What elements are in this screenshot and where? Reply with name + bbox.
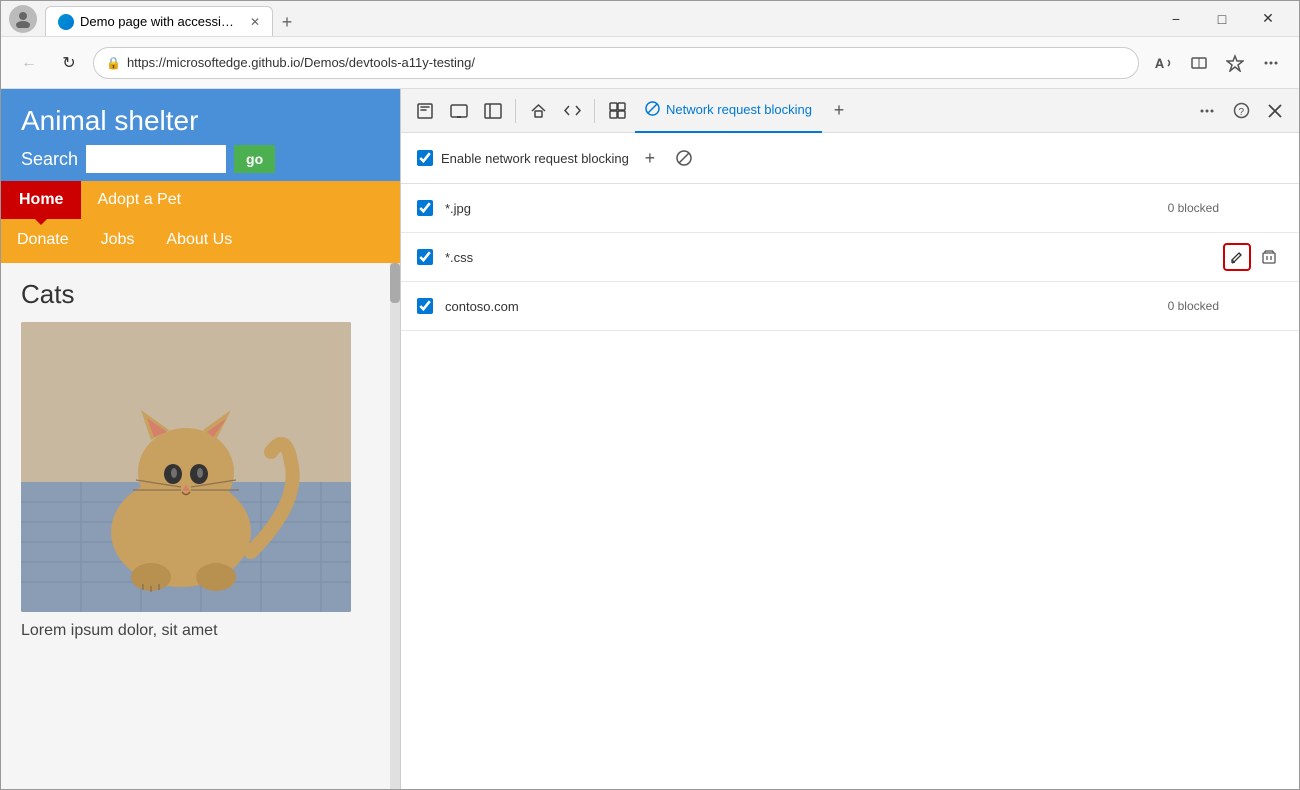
tab-close-button[interactable]: ✕ bbox=[250, 15, 260, 29]
address-bar: ← ↻ 🔒 https://microsoftedge.github.io/De… bbox=[1, 37, 1299, 89]
window-controls: − □ ✕ bbox=[1153, 3, 1291, 35]
list-item: *.css bbox=[401, 233, 1299, 282]
search-input[interactable] bbox=[86, 145, 226, 173]
tab-label: Network request blocking bbox=[666, 102, 812, 117]
toolbar-separator-1 bbox=[515, 99, 516, 123]
nrb-header: Enable network request blocking + bbox=[401, 133, 1299, 184]
svg-text:?: ? bbox=[1238, 107, 1244, 118]
clear-patterns-button[interactable] bbox=[671, 145, 697, 171]
new-tab-button[interactable]: + bbox=[273, 8, 301, 36]
favorites-button[interactable] bbox=[1219, 47, 1251, 79]
add-panel-tab-button[interactable]: + bbox=[824, 96, 854, 126]
help-button[interactable]: ? bbox=[1225, 95, 1257, 127]
devtools-panel: Network request blocking + ? bbox=[401, 89, 1299, 789]
edge-logo bbox=[58, 14, 74, 30]
lock-icon: 🔒 bbox=[106, 56, 121, 70]
cats-heading: Cats bbox=[21, 279, 370, 310]
rule-contoso-checkbox[interactable] bbox=[417, 298, 433, 314]
rule-jpg-edit-placeholder bbox=[1227, 194, 1255, 222]
addressbar-actions: 𝐀 bbox=[1147, 47, 1287, 79]
rule-css-actions bbox=[1223, 243, 1283, 271]
tab-circle-slash-icon bbox=[645, 101, 660, 119]
tab-title: Demo page with accessibility iss bbox=[80, 14, 240, 29]
browser-tab-active[interactable]: Demo page with accessibility iss ✕ bbox=[45, 6, 273, 36]
browser-window: Demo page with accessibility iss ✕ + − □… bbox=[0, 0, 1300, 790]
minimize-button[interactable]: − bbox=[1153, 3, 1199, 35]
device-emulation-button[interactable] bbox=[443, 95, 475, 127]
network-request-blocking-panel: Enable network request blocking + *.jpg … bbox=[401, 133, 1299, 331]
rule-jpg-blocked-count: 0 blocked bbox=[1168, 201, 1219, 215]
search-label: Search bbox=[21, 149, 78, 170]
rule-contoso-text: contoso.com bbox=[445, 299, 1168, 314]
tab-strip: Demo page with accessibility iss ✕ + bbox=[45, 1, 1145, 36]
network-request-blocking-tab[interactable]: Network request blocking bbox=[635, 89, 822, 133]
nav-home-button[interactable]: Home bbox=[1, 181, 81, 219]
close-button[interactable]: ✕ bbox=[1245, 3, 1291, 35]
toolbar-separator-2 bbox=[594, 99, 595, 123]
nav-adopt-link[interactable]: Adopt a Pet bbox=[81, 181, 197, 219]
profile-icon[interactable] bbox=[9, 5, 37, 33]
enable-nrb-checkbox[interactable] bbox=[417, 150, 433, 166]
url-text: https://microsoftedge.github.io/Demos/de… bbox=[127, 55, 1126, 70]
maximize-button[interactable]: □ bbox=[1199, 3, 1245, 35]
rule-css-checkbox[interactable] bbox=[417, 249, 433, 265]
webpage-header: Animal shelter Search go bbox=[1, 89, 400, 181]
rule-css-text: *.css bbox=[445, 250, 1223, 265]
rule-contoso-blocked-count: 0 blocked bbox=[1168, 299, 1219, 313]
list-item: *.jpg 0 blocked bbox=[401, 184, 1299, 233]
rule-contoso-delete-placeholder bbox=[1255, 292, 1283, 320]
nav-about-link[interactable]: About Us bbox=[150, 221, 248, 259]
more-tabs-button[interactable] bbox=[1191, 95, 1223, 127]
toggle-sidebar-button[interactable] bbox=[477, 95, 509, 127]
add-pattern-button[interactable]: + bbox=[637, 145, 663, 171]
url-bar[interactable]: 🔒 https://microsoftedge.github.io/Demos/… bbox=[93, 47, 1139, 79]
devtools-home-button[interactable] bbox=[522, 95, 554, 127]
scrollbar-thumb[interactable] bbox=[390, 263, 400, 303]
back-button[interactable]: ← bbox=[13, 47, 45, 79]
enable-nrb-label: Enable network request blocking bbox=[441, 151, 629, 166]
lorem-text: Lorem ipsum dolor, sit amet bbox=[21, 622, 370, 640]
cat-image bbox=[21, 322, 351, 612]
scrollable-content: Cats bbox=[1, 263, 400, 789]
search-row: Search go bbox=[21, 145, 380, 173]
rule-jpg-text: *.jpg bbox=[445, 201, 1168, 216]
titlebar: Demo page with accessibility iss ✕ + − □… bbox=[1, 1, 1299, 37]
main-content: Animal shelter Search go Home Adopt a Pe… bbox=[1, 89, 1299, 789]
close-devtools-button[interactable] bbox=[1259, 95, 1291, 127]
webpage-scrollbar[interactable] bbox=[390, 263, 400, 789]
devtools-content: Enable network request blocking + *.jpg … bbox=[401, 133, 1299, 789]
nav-donate-link[interactable]: Donate bbox=[1, 221, 85, 259]
refresh-button[interactable]: ↻ bbox=[53, 47, 85, 79]
rule-jpg-delete-placeholder bbox=[1255, 194, 1283, 222]
inspect-element-button[interactable] bbox=[409, 95, 441, 127]
webpage-panel: Animal shelter Search go Home Adopt a Pe… bbox=[1, 89, 401, 789]
svg-text:𝐀: 𝐀 bbox=[1155, 56, 1164, 71]
website-title: Animal shelter bbox=[21, 105, 380, 137]
read-aloud-button[interactable]: 𝐀 bbox=[1147, 47, 1179, 79]
devtools-toolbar: Network request blocking + ? bbox=[401, 89, 1299, 133]
list-item: contoso.com 0 blocked bbox=[401, 282, 1299, 331]
webpage-body: Cats bbox=[1, 263, 390, 789]
search-go-button[interactable]: go bbox=[234, 145, 275, 173]
rule-contoso-edit-placeholder bbox=[1227, 292, 1255, 320]
rule-css-edit-button[interactable] bbox=[1223, 243, 1251, 271]
rule-css-delete-button[interactable] bbox=[1255, 243, 1283, 271]
webpage-nav-secondary: Donate Jobs About Us bbox=[1, 219, 400, 263]
devtools-elements-button[interactable] bbox=[601, 95, 633, 127]
nav-jobs-link[interactable]: Jobs bbox=[85, 221, 151, 259]
webpage-nav: Home Adopt a Pet bbox=[1, 181, 400, 219]
more-tools-button[interactable] bbox=[1255, 47, 1287, 79]
devtools-source-button[interactable] bbox=[556, 95, 588, 127]
immersive-reader-button[interactable] bbox=[1183, 47, 1215, 79]
rule-jpg-checkbox[interactable] bbox=[417, 200, 433, 216]
